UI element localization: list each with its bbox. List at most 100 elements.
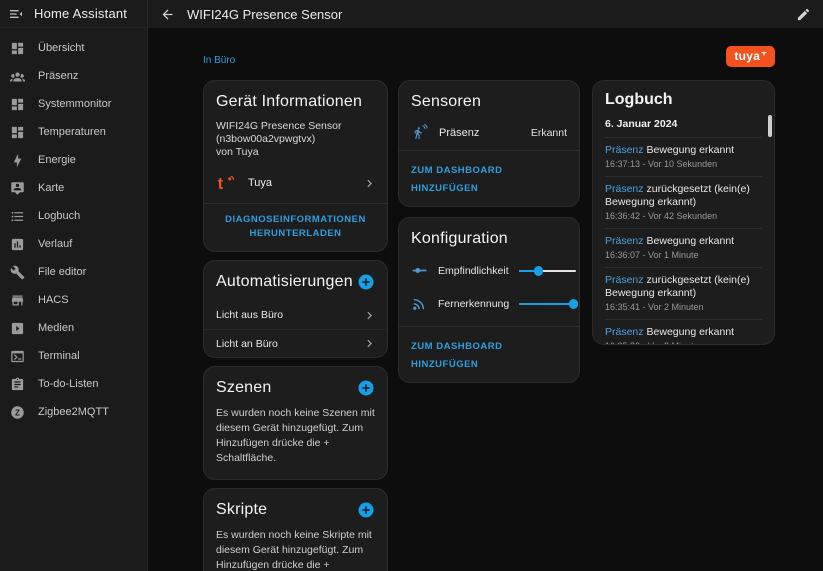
tuya-brand-logo: tuyaᯤ <box>726 46 775 67</box>
content-area: In Büro tuyaᯤ Gerät Informationen WIFI24… <box>148 28 823 571</box>
dashboard-icon <box>10 125 25 140</box>
sidebar-item-verlauf[interactable]: Verlauf <box>0 230 147 258</box>
automation-row-licht-aus[interactable]: Licht aus Büro <box>204 301 387 329</box>
chevron-right-icon <box>362 176 377 191</box>
integration-row-tuya[interactable]: t Tuya <box>204 163 387 203</box>
store-icon <box>10 293 25 308</box>
dashboard-icon <box>10 97 25 112</box>
slider-thumb[interactable] <box>569 299 579 309</box>
scenes-title: Szenen <box>216 379 271 397</box>
sidebar-item-medien[interactable]: Medien <box>0 314 147 342</box>
sensors-card: Sensoren Präsenz Erkannt ZUM DASHBOARD H… <box>398 80 580 207</box>
config-label: Empfindlichkeit <box>438 265 509 277</box>
page-header: WIFI24G Presence Sensor <box>148 0 823 28</box>
clipboard-icon <box>10 377 25 392</box>
logbook-entry: PräsenzBewegung erkannt 16:37:13 - Vor 1… <box>605 138 762 177</box>
terminal-icon <box>10 349 25 364</box>
log-timestamp: 16:37:13 - Vor 10 Sekunden <box>605 159 762 170</box>
device-vendor: von Tuya <box>216 146 375 159</box>
sidebar-item-uebersicht[interactable]: Übersicht <box>0 34 147 62</box>
chart-icon <box>10 237 25 252</box>
entity-link[interactable]: Präsenz <box>605 274 644 286</box>
sidebar-item-praesenz[interactable]: Präsenz <box>0 62 147 90</box>
add-scene-button[interactable] <box>357 379 375 397</box>
configuration-title: Konfiguration <box>411 230 567 248</box>
automation-label: Licht aus Büro <box>216 309 283 321</box>
scenes-card: Szenen Es wurden noch keine Szenen mit d… <box>203 366 388 480</box>
automations-title: Automatisierungen <box>216 273 353 291</box>
add-script-button[interactable] <box>357 501 375 519</box>
sidebar-item-karte[interactable]: Karte <box>0 174 147 202</box>
svg-text:t: t <box>218 174 224 193</box>
logbook-title: Logbuch <box>605 91 762 109</box>
sidebar-item-label: Verlauf <box>38 238 72 250</box>
sidebar-item-label: Zigbee2MQTT <box>38 406 109 418</box>
logbook-card: Logbuch 6. Januar 2024 PräsenzBewegung e… <box>592 80 775 345</box>
config-row-fernerkennung: Fernerkennung <box>399 287 579 320</box>
edit-pencil-icon[interactable] <box>796 7 811 22</box>
log-timestamp: 16:36:07 - Vor 1 Minute <box>605 250 762 261</box>
automation-row-licht-an[interactable]: Licht an Büro <box>204 329 387 357</box>
scripts-card: Skripte Es wurden noch keine Skripte mit… <box>203 488 388 571</box>
sidebar-item-systemmonitor[interactable]: Systemmonitor <box>0 90 147 118</box>
add-automation-button[interactable] <box>357 273 375 291</box>
sensitivity-slider[interactable] <box>519 265 576 277</box>
sidebar-item-energie[interactable]: Energie <box>0 146 147 174</box>
chevron-right-icon <box>362 336 377 351</box>
sidebar: Home Assistant Übersicht Präsenz Systemm… <box>0 0 148 571</box>
entity-link[interactable]: Präsenz <box>605 235 644 247</box>
sidebar-item-terminal[interactable]: Terminal <box>0 342 147 370</box>
entity-link[interactable]: Präsenz <box>605 326 644 338</box>
log-timestamp: 16:36:42 - Vor 42 Sekunden <box>605 211 762 222</box>
configuration-card: Konfiguration Empfindlichkeit Fernerkenn… <box>398 217 580 383</box>
back-arrow-icon[interactable] <box>160 7 175 22</box>
wrench-icon <box>10 265 25 280</box>
sidebar-item-label: To-do-Listen <box>38 378 99 390</box>
logbook-entry: PräsenzBewegung erkannt 16:35:26 - Vor 2… <box>605 320 762 345</box>
map-tooltip-icon <box>10 181 25 196</box>
add-to-dashboard-link[interactable]: ZUM DASHBOARD HINZUFÜGEN <box>411 165 502 194</box>
column-middle: Sensoren Präsenz Erkannt ZUM DASHBOARD H… <box>398 80 580 383</box>
device-id: (n3bow00a2vpwgtvx) <box>216 133 375 146</box>
sidebar-item-todo-listen[interactable]: To-do-Listen <box>0 370 147 398</box>
scripts-title: Skripte <box>216 501 267 519</box>
automation-label: Licht an Büro <box>216 338 278 350</box>
logbook-entry: PräsenzBewegung erkannt 16:36:07 - Vor 1… <box>605 229 762 268</box>
download-diagnostics-link[interactable]: DIAGNOSEINFORMATIONEN HERUNTERLADEN <box>216 213 375 241</box>
automations-card: Automatisierungen Licht aus Büro Licht a… <box>203 260 388 358</box>
logbook-date-header: 6. Januar 2024 <box>605 109 762 138</box>
sidebar-item-hacs[interactable]: HACS <box>0 286 147 314</box>
scripts-empty-text: Es wurden noch keine Skripte mit diesem … <box>204 519 387 571</box>
entity-link[interactable]: Präsenz <box>605 183 644 195</box>
logbook-scrollbar[interactable] <box>768 115 772 137</box>
slider-thumb[interactable] <box>534 266 544 276</box>
tune-icon <box>411 262 428 279</box>
media-icon <box>10 321 25 336</box>
list-icon <box>10 209 25 224</box>
sidebar-item-label: Übersicht <box>38 42 84 54</box>
lightning-icon <box>10 153 25 168</box>
entity-link[interactable]: Präsenz <box>605 144 644 156</box>
page-title: WIFI24G Presence Sensor <box>187 7 784 22</box>
svg-text:Z: Z <box>15 408 20 417</box>
sidebar-item-zigbee2mqtt[interactable]: Z Zigbee2MQTT <box>0 398 147 426</box>
area-link[interactable]: In Büro <box>203 55 235 66</box>
sensor-row-praesenz[interactable]: Präsenz Erkannt <box>399 115 579 150</box>
sidebar-item-label: Energie <box>38 154 76 166</box>
add-to-dashboard-link[interactable]: ZUM DASHBOARD HINZUFÜGEN <box>411 341 502 370</box>
sidebar-item-label: Logbuch <box>38 210 80 222</box>
range-detection-slider[interactable] <box>519 298 576 310</box>
sidebar-item-temperaturen[interactable]: Temperaturen <box>0 118 147 146</box>
sidebar-item-logbuch[interactable]: Logbuch <box>0 202 147 230</box>
app-title: Home Assistant <box>34 6 127 21</box>
sidebar-nav: Übersicht Präsenz Systemmonitor Temperat… <box>0 28 147 426</box>
sensor-label: Präsenz <box>439 127 520 139</box>
sidebar-item-file-editor[interactable]: File editor <box>0 258 147 286</box>
tuya-logo: t <box>216 173 236 193</box>
log-message: Bewegung erkannt <box>647 235 735 247</box>
sensor-state: Erkannt <box>531 127 567 139</box>
sidebar-toggle-icon[interactable] <box>8 6 24 22</box>
device-info-card: Gerät Informationen WIFI24G Presence Sen… <box>203 80 388 252</box>
sidebar-item-label: Medien <box>38 322 74 334</box>
sidebar-item-label: File editor <box>38 266 86 278</box>
